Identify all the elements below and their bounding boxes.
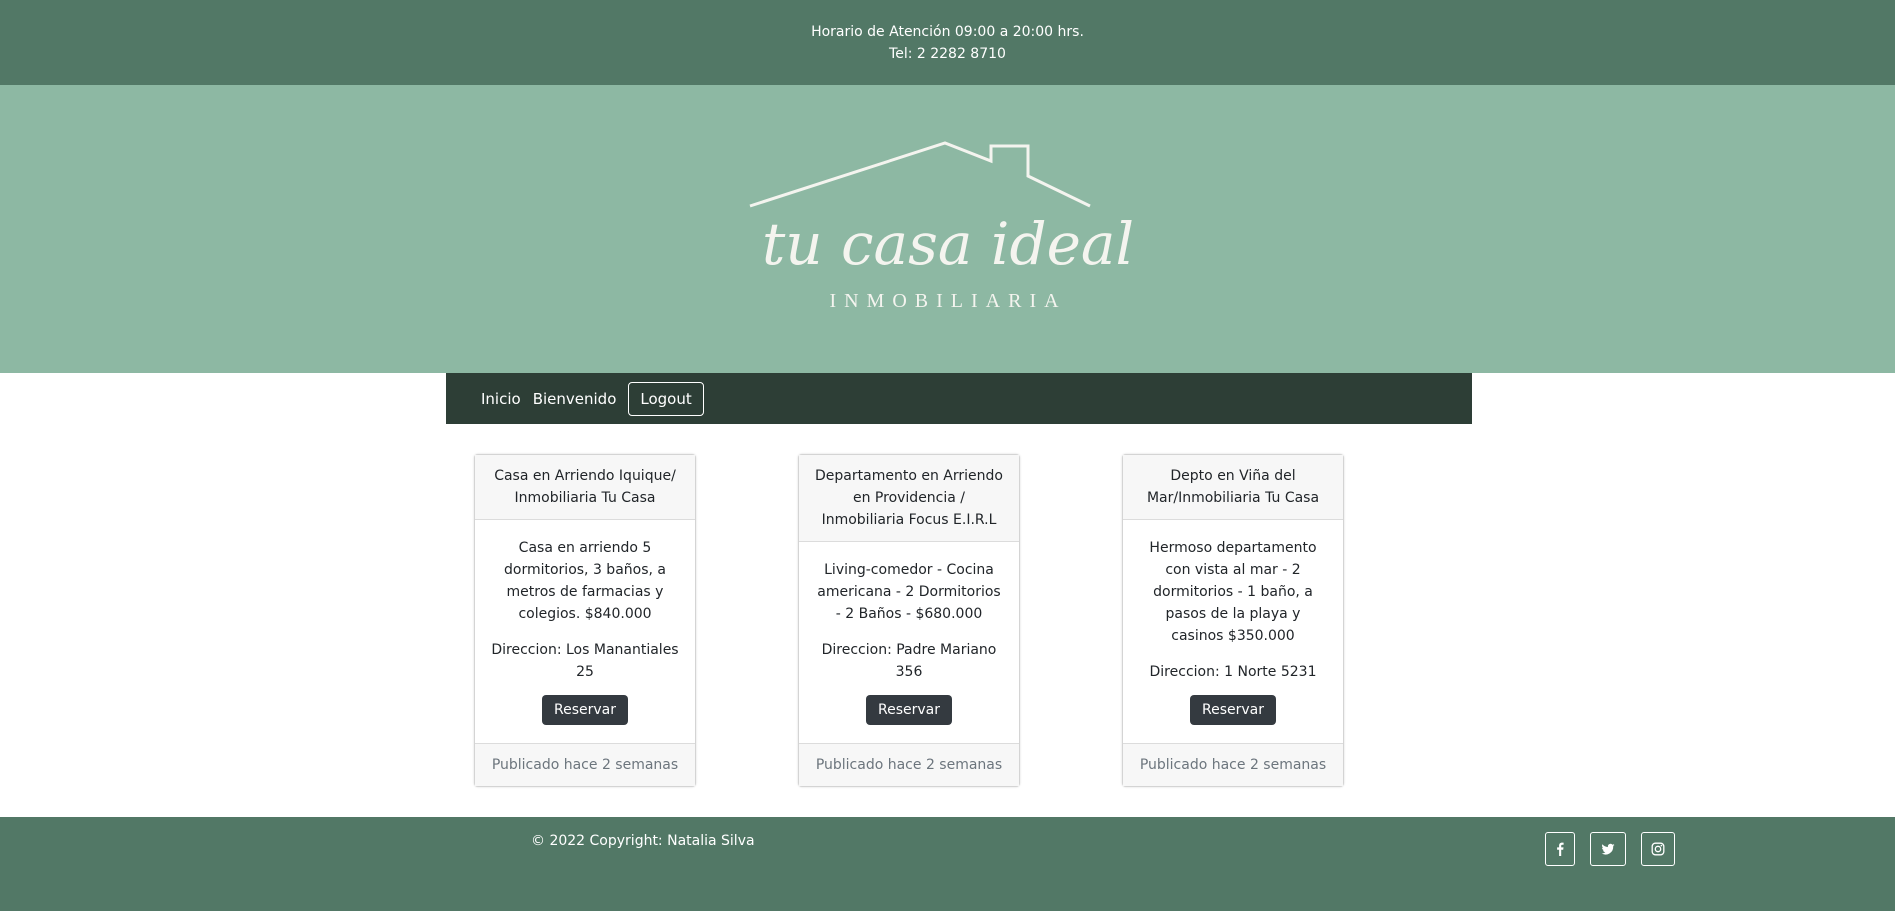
logo: tu casa ideal INMOBILIARIA (738, 129, 1158, 329)
card-footer: Publicado hace 2 semanas (475, 743, 695, 786)
logout-button[interactable]: Logout (628, 381, 704, 416)
twitter-icon (1601, 843, 1615, 855)
card-address: Direccion: 1 Norte 5231 (1149, 664, 1317, 680)
page-footer: © 2022 Copyright: Natalia Silva (0, 817, 1895, 911)
reserve-button[interactable]: Reservar (542, 695, 628, 725)
reserve-button[interactable]: Reservar (866, 695, 952, 725)
nav-link-inicio[interactable]: Inicio (481, 390, 521, 408)
card-body: Hermoso departamento con vista al mar - … (1123, 520, 1343, 743)
card-description: Living-comedor - Cocina americana - 2 Do… (817, 562, 1001, 622)
card-footer: Publicado hace 2 semanas (1123, 743, 1343, 786)
property-card: Casa en Arriendo Iquique/ Inmobiliaria T… (474, 454, 696, 787)
card-title: Departamento en Arriendo en Providencia … (799, 455, 1019, 542)
twitter-button[interactable] (1590, 832, 1626, 866)
social-links (1545, 832, 1690, 866)
opening-hours: Horario de Atención 09:00 a 20:00 hrs. (811, 23, 1084, 40)
card-title: Depto en Viña del Mar/Inmobiliaria Tu Ca… (1123, 455, 1343, 520)
copyright-text: © 2022 Copyright: Natalia Silva (531, 833, 755, 849)
nav-link-bienvenido[interactable]: Bienvenido (533, 390, 617, 408)
card-description: Casa en arriendo 5 dormitorios, 3 baños,… (504, 540, 666, 622)
property-card: Departamento en Arriendo en Providencia … (798, 454, 1020, 787)
instagram-button[interactable] (1641, 832, 1675, 866)
top-info-bar: Horario de Atención 09:00 a 20:00 hrs. T… (0, 0, 1895, 85)
card-description: Hermoso departamento con vista al mar - … (1149, 540, 1317, 644)
property-card: Depto en Viña del Mar/Inmobiliaria Tu Ca… (1122, 454, 1344, 787)
card-body: Living-comedor - Cocina americana - 2 Do… (799, 542, 1019, 743)
logo-script-text: tu casa ideal (761, 210, 1133, 278)
card-address: Direccion: Padre Mariano 356 (821, 642, 997, 680)
card-title: Casa en Arriendo Iquique/ Inmobiliaria T… (475, 455, 695, 520)
card-body: Casa en arriendo 5 dormitorios, 3 baños,… (475, 520, 695, 743)
facebook-icon (1557, 842, 1564, 856)
card-address: Direccion: Los Manantiales 25 (491, 642, 679, 680)
hero-banner: tu casa ideal INMOBILIARIA (0, 85, 1895, 373)
card-footer: Publicado hace 2 semanas (799, 743, 1019, 786)
instagram-icon (1651, 842, 1665, 856)
reserve-button[interactable]: Reservar (1190, 695, 1276, 725)
house-roof-logo-icon: tu casa ideal INMOBILIARIA (749, 141, 1134, 312)
logo-subtitle: INMOBILIARIA (829, 290, 1066, 312)
phone-number: Tel: 2 2282 8710 (889, 45, 1006, 62)
facebook-button[interactable] (1545, 832, 1575, 866)
main-navbar: Inicio Bienvenido Logout (446, 373, 1472, 424)
